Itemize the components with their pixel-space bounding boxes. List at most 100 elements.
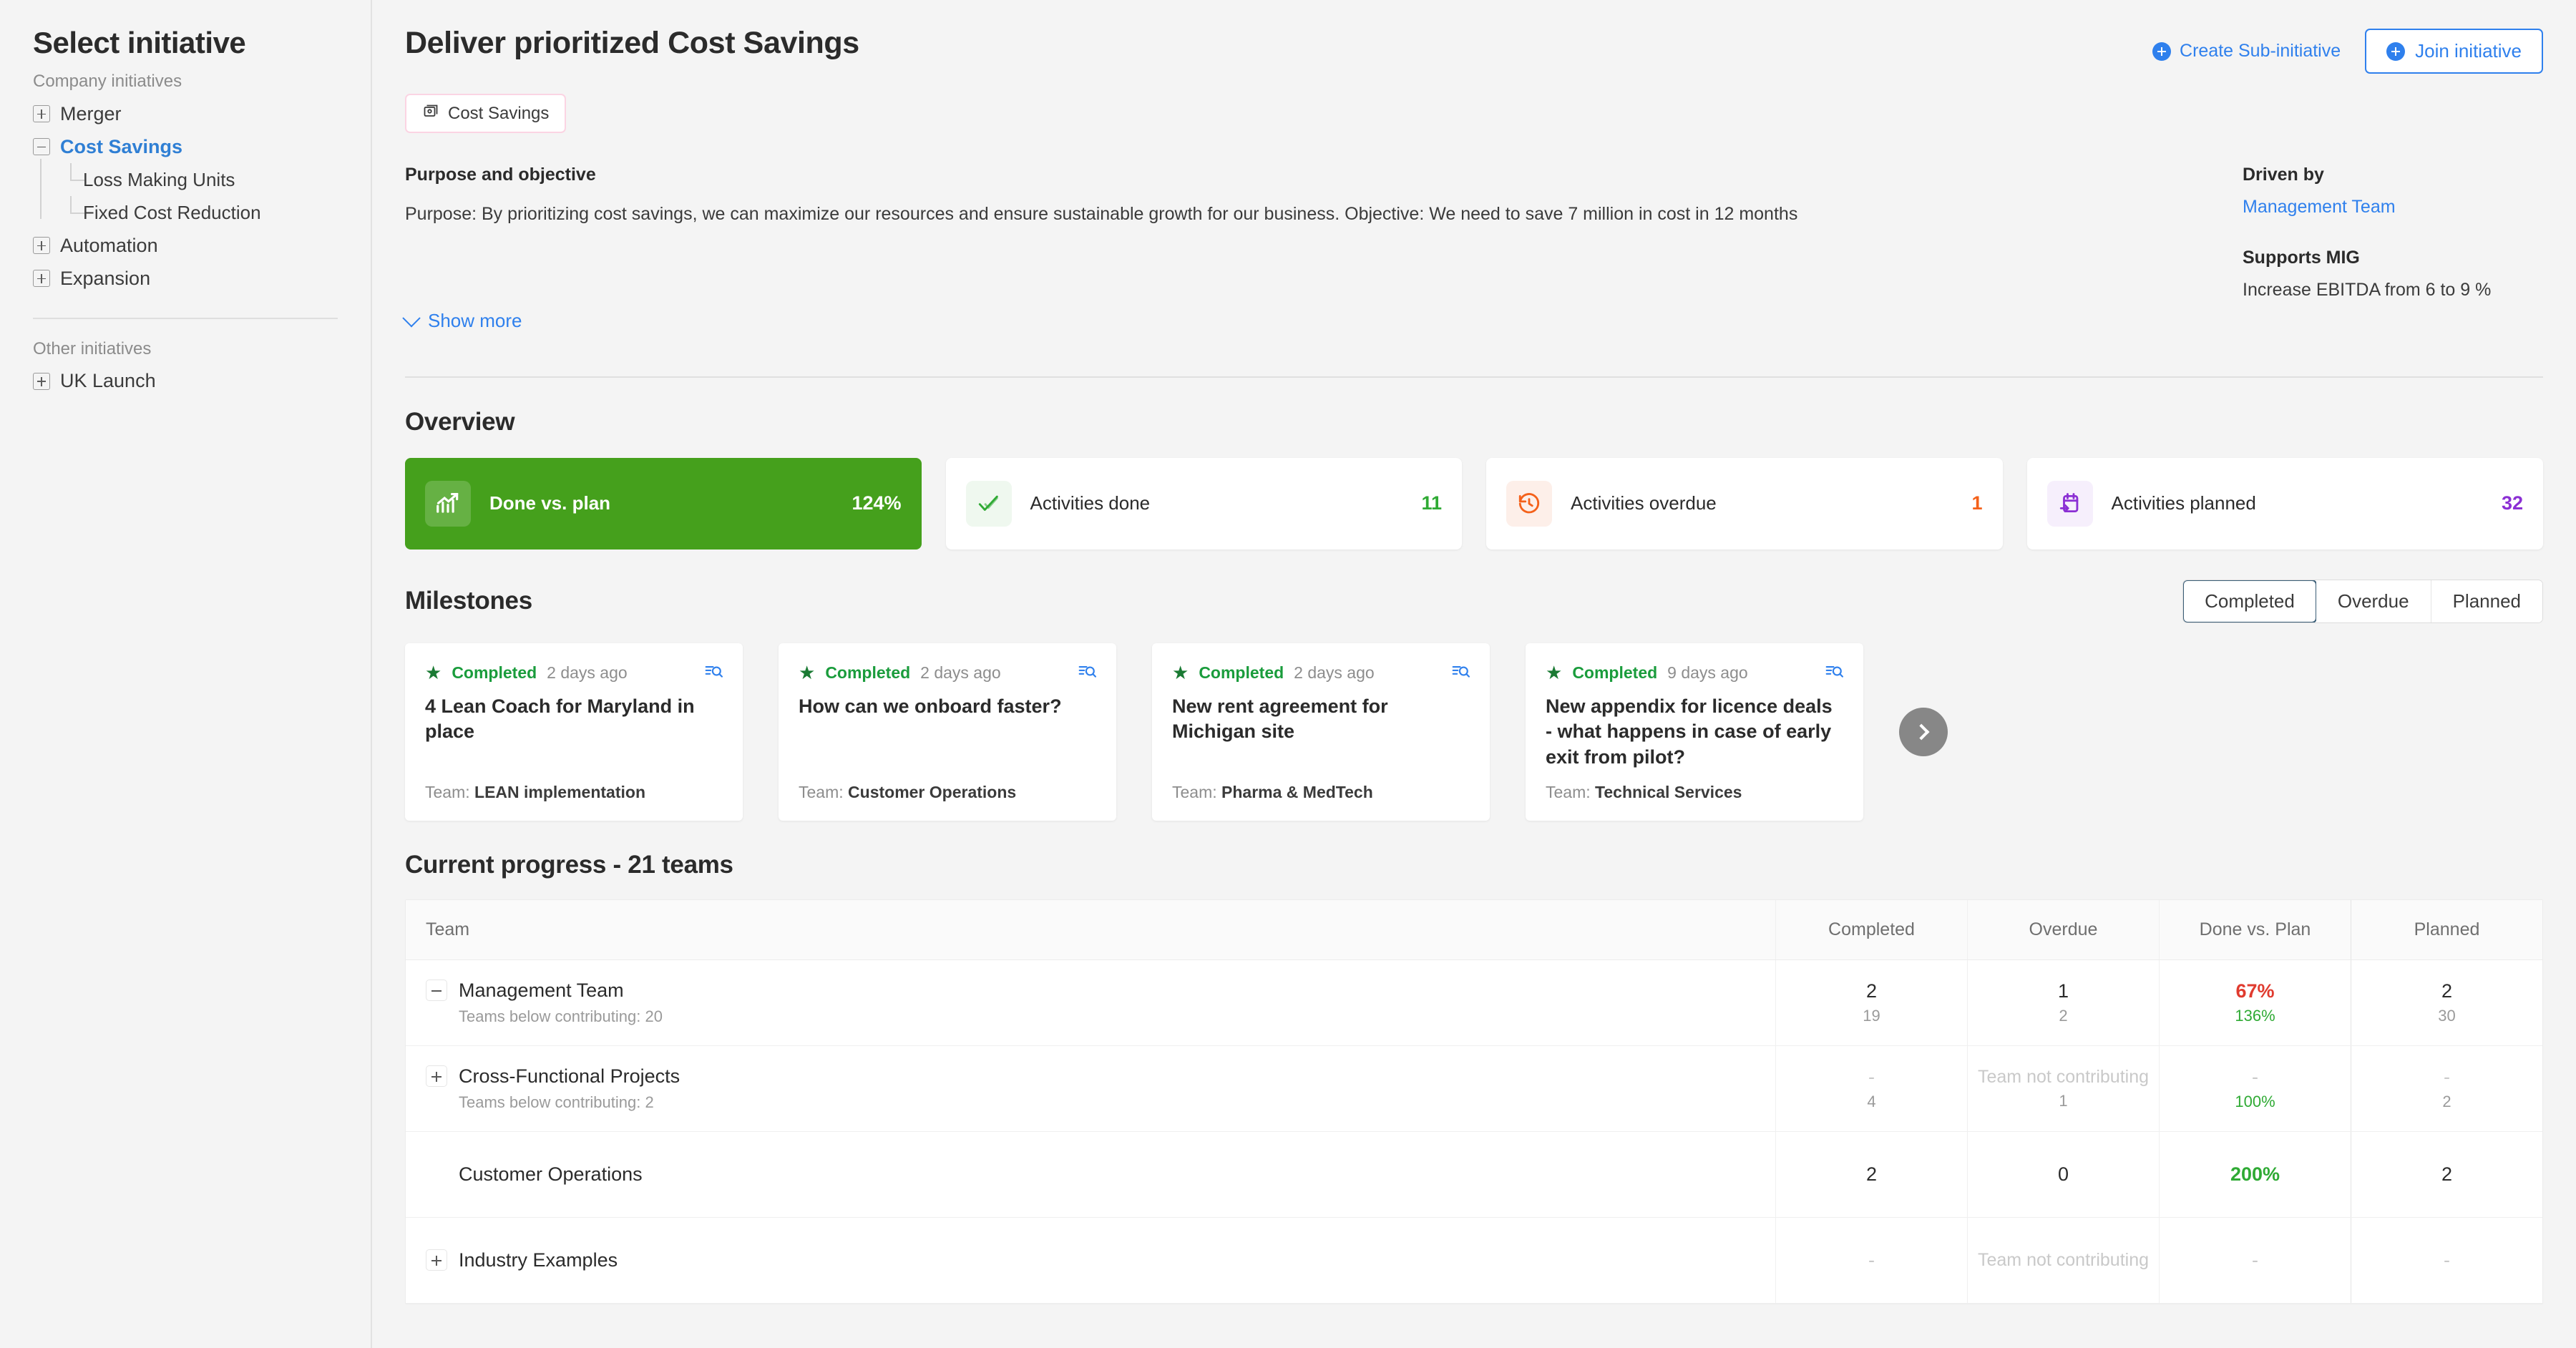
milestone-card[interactable]: ★ Completed 2 days ago 4 Lean Coach for … xyxy=(405,643,743,821)
find-details-icon[interactable] xyxy=(1451,662,1470,684)
table-row[interactable]: Industry Examples - Team not contributin… xyxy=(406,1217,2542,1304)
table-header-row: Team Completed Overdue Done vs. Plan Pla… xyxy=(406,899,2542,960)
team-prefix: Team: xyxy=(1546,782,1596,801)
milestone-title: New appendix for licence deals - what ha… xyxy=(1546,695,1833,768)
cell-value: - xyxy=(2444,1065,2450,1088)
cell-value: - xyxy=(2252,1249,2258,1271)
sidebar-item-uk-launch[interactable]: UK Launch xyxy=(33,365,338,398)
expand-plus-icon[interactable] xyxy=(33,237,50,254)
carousel-next-button[interactable] xyxy=(1899,707,1948,756)
overview-card-value: 124% xyxy=(852,492,902,514)
expand-plus-icon[interactable] xyxy=(33,372,50,390)
milestone-card[interactable]: ★ Completed 9 days ago New appendix for … xyxy=(1526,643,1863,821)
cell-done-vs-plan: 67% 136% xyxy=(2159,959,2351,1045)
find-details-icon[interactable] xyxy=(704,662,723,684)
collapse-minus-icon[interactable] xyxy=(426,980,447,1002)
team-name: Customer Operations xyxy=(848,782,1017,801)
expand-plus-icon[interactable] xyxy=(426,1249,447,1271)
milestones-header: Milestones Completed Overdue Planned xyxy=(405,579,2543,623)
milestone-status: Completed xyxy=(1572,663,1658,682)
overview-card-activities-done[interactable]: Activities done 11 xyxy=(945,457,1462,550)
purpose-section: Purpose and objective Purpose: By priori… xyxy=(402,165,2543,332)
milestone-card-header: ★ Completed 9 days ago xyxy=(1546,662,1843,684)
cell-value: 2 xyxy=(2441,1163,2453,1185)
chart-growth-icon xyxy=(425,480,471,527)
show-more-button[interactable]: Show more xyxy=(402,308,1797,332)
col-header-overdue: Overdue xyxy=(1967,899,2159,959)
cell-value: Team not contributing xyxy=(1977,1249,2150,1270)
cell-overdue: 0 xyxy=(1967,1131,2159,1217)
find-details-icon[interactable] xyxy=(1825,662,1843,684)
milestone-status: Completed xyxy=(452,663,537,682)
page-header: Deliver prioritized Cost Savings Create … xyxy=(405,0,2543,74)
cell-value: 2 xyxy=(1865,980,1878,1002)
milestone-filter-completed[interactable]: Completed xyxy=(2183,580,2317,622)
row-team-cell: Customer Operations xyxy=(406,1132,1775,1217)
cell-subvalue: 4 xyxy=(1867,1092,1876,1110)
cell-overdue: 1 2 xyxy=(1967,959,2159,1045)
cell-value: 1 xyxy=(2057,980,2069,1002)
overview-cards: Done vs. plan 124% Activities done 11 Ac… xyxy=(405,457,2543,550)
initiative-sidebar: Select initiative Company initiatives Me… xyxy=(0,0,372,1348)
join-initiative-button[interactable]: Join initiative xyxy=(2365,29,2543,74)
find-details-icon[interactable] xyxy=(1078,662,1096,684)
milestone-filter-planned[interactable]: Planned xyxy=(2431,580,2542,622)
star-icon: ★ xyxy=(425,662,442,684)
collapse-minus-icon[interactable] xyxy=(33,138,50,155)
sidebar-item-expansion[interactable]: Expansion xyxy=(33,262,338,295)
sidebar-item-cost-savings[interactable]: Cost Savings xyxy=(33,130,338,163)
overview-card-value: 11 xyxy=(1421,492,1442,514)
create-sub-initiative-button[interactable]: Create Sub-initiative xyxy=(2152,41,2341,62)
row-team-cell: Cross-Functional Projects Teams below co… xyxy=(406,1046,1775,1131)
milestone-status: Completed xyxy=(825,663,911,682)
cell-value: 67% xyxy=(2235,980,2275,1002)
cell-value: - xyxy=(2252,1065,2258,1088)
expand-plus-icon[interactable] xyxy=(33,270,50,287)
col-header-completed: Completed xyxy=(1775,899,1967,959)
overview-card-value: 1 xyxy=(1971,492,1983,514)
table-row[interactable]: Management Team Teams below contributing… xyxy=(406,959,2542,1046)
sidebar-item-fixed-cost-reduction[interactable]: Fixed Cost Reduction xyxy=(49,196,338,229)
milestone-carousel: ★ Completed 2 days ago 4 Lean Coach for … xyxy=(405,643,2543,821)
milestone-card-header: ★ Completed 2 days ago xyxy=(425,662,723,684)
milestones-title: Milestones xyxy=(405,587,532,615)
driven-by-value[interactable]: Management Team xyxy=(2243,197,2543,218)
section-divider xyxy=(405,376,2543,378)
sidebar-item-loss-making-units[interactable]: Loss Making Units xyxy=(49,163,338,196)
overview-card-done-vs-plan[interactable]: Done vs. plan 124% xyxy=(405,457,922,550)
expand-plus-icon[interactable] xyxy=(426,1065,447,1088)
chevron-right-icon xyxy=(1913,723,1930,741)
team-name: Customer Operations xyxy=(459,1163,643,1185)
sidebar-subtree: Loss Making Units Fixed Cost Reduction xyxy=(33,159,338,229)
overview-card-activities-planned[interactable]: Activities planned 32 xyxy=(2026,457,2543,550)
cell-value: 2 xyxy=(2441,980,2453,1002)
cell-completed: 2 19 xyxy=(1775,959,1967,1045)
milestone-title: New rent agreement for Michigan site xyxy=(1172,695,1388,743)
overview-title: Overview xyxy=(405,407,515,436)
milestone-card-header: ★ Completed 2 days ago xyxy=(799,662,1096,684)
milestone-card[interactable]: ★ Completed 2 days ago New rent agreemen… xyxy=(1152,643,1490,821)
team-subtext: Teams below contributing: 2 xyxy=(459,1093,654,1111)
team-name: Cross-Functional Projects xyxy=(459,1065,680,1087)
initiative-tag-label: Cost Savings xyxy=(448,103,550,123)
table-row[interactable]: Cross-Functional Projects Teams below co… xyxy=(406,1045,2542,1132)
cell-planned: 2 30 xyxy=(2351,959,2542,1045)
plus-circle-icon xyxy=(2386,41,2406,61)
expand-plus-icon[interactable] xyxy=(33,105,50,122)
create-sub-initiative-label: Create Sub-initiative xyxy=(2180,41,2341,61)
milestone-card[interactable]: ★ Completed 2 days ago How can we onboar… xyxy=(779,643,1116,821)
sidebar-item-automation[interactable]: Automation xyxy=(33,229,338,262)
milestone-age: 2 days ago xyxy=(547,663,628,682)
milestone-filter-overdue[interactable]: Overdue xyxy=(2316,580,2431,622)
sidebar-item-label: Expansion xyxy=(60,267,151,289)
overview-card-activities-overdue[interactable]: Activities overdue 1 xyxy=(1486,457,2003,550)
initiative-tag-chip[interactable]: Cost Savings xyxy=(405,94,567,133)
sidebar-item-merger[interactable]: Merger xyxy=(33,97,338,130)
table-row[interactable]: Customer Operations 2 0 200% 2 xyxy=(406,1131,2542,1218)
cell-subvalue: 100% xyxy=(2235,1092,2275,1110)
cell-completed: 2 xyxy=(1775,1131,1967,1217)
page-title: Deliver prioritized Cost Savings xyxy=(405,26,859,60)
purpose-left: Purpose and objective Purpose: By priori… xyxy=(402,165,1797,332)
milestone-age: 2 days ago xyxy=(1294,663,1375,682)
sidebar-title: Select initiative xyxy=(33,26,246,59)
